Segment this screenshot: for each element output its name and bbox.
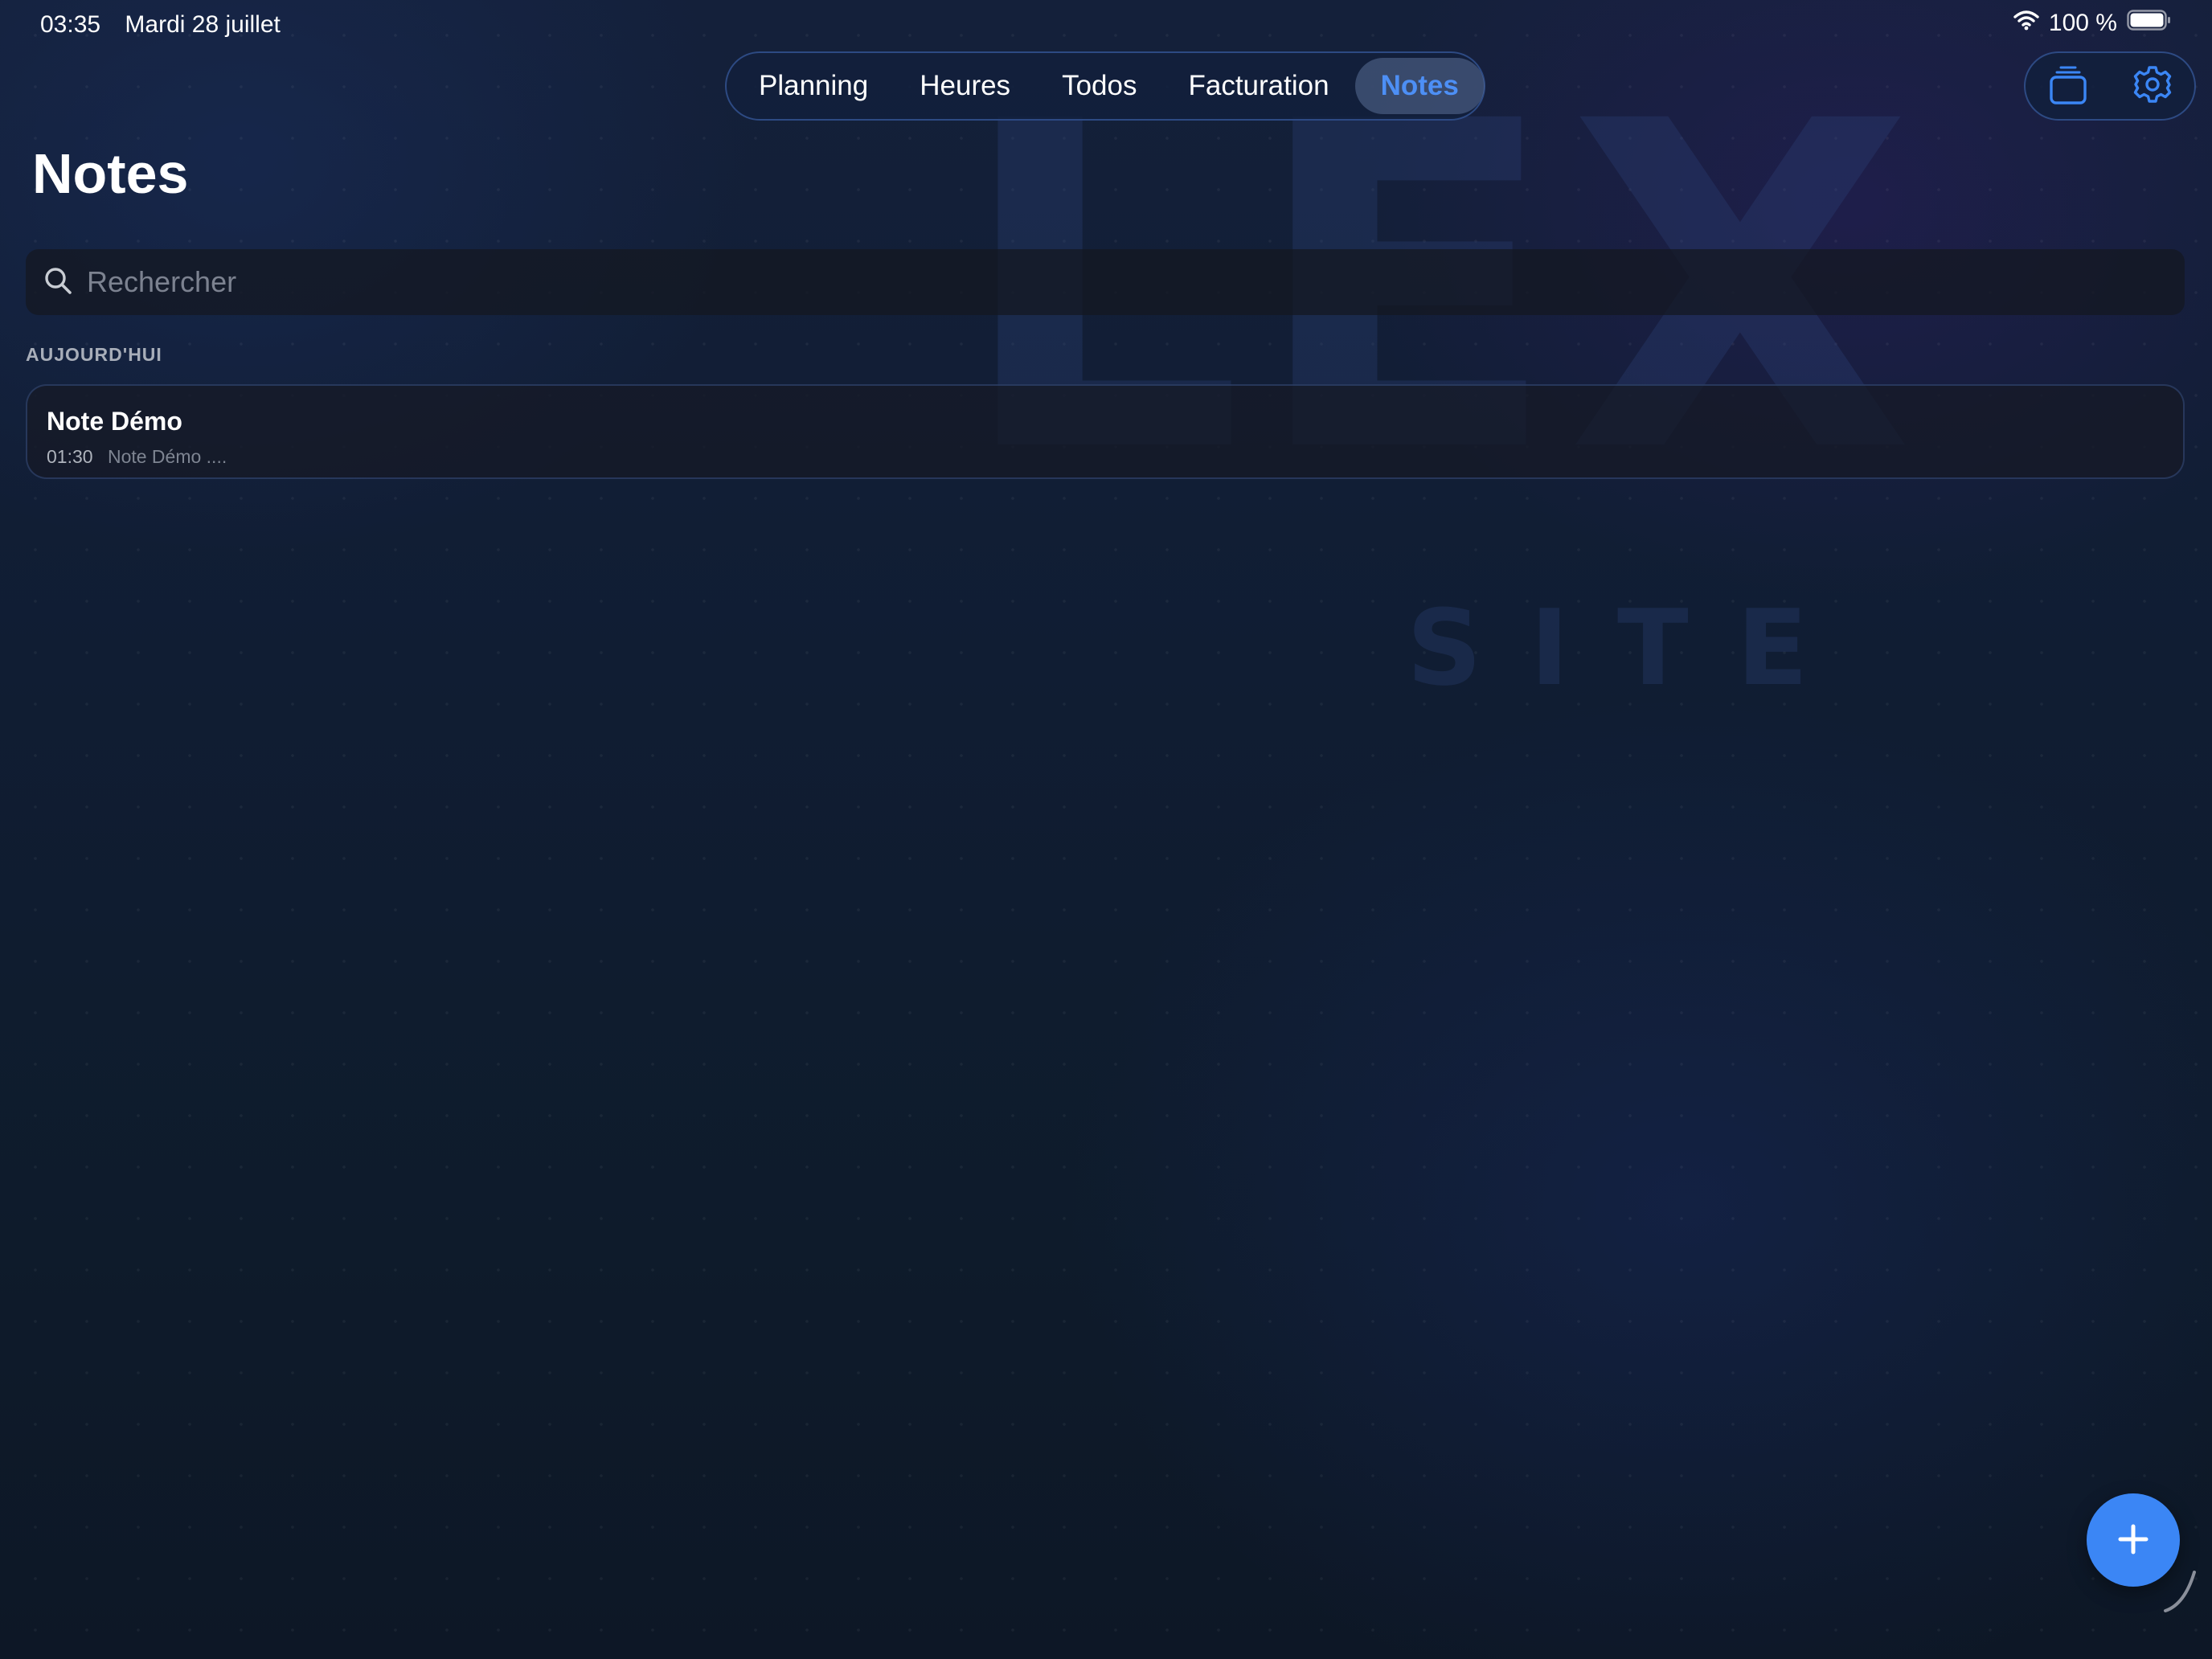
tab-planning[interactable]: Planning	[733, 58, 894, 114]
note-preview: Note Démo ....	[107, 446, 227, 467]
note-meta: 01:30 Note Démo ....	[47, 446, 2183, 468]
status-bar-left: 03:35 Mardi 28 juillet	[40, 11, 298, 39]
tab-notes[interactable]: Notes	[1354, 58, 1485, 114]
top-right-toolbar	[2024, 51, 2196, 121]
status-date: Mardi 28 juillet	[125, 11, 281, 38]
stack-icon	[2048, 64, 2088, 109]
segmented-tab-bar: Planning Heures Todos Facturation Notes	[725, 51, 1485, 121]
stack-button[interactable]	[2042, 60, 2094, 112]
tab-todos[interactable]: Todos	[1036, 58, 1162, 114]
section-header-today: AUJOURD'HUI	[26, 344, 162, 365]
search-input[interactable]	[85, 264, 2098, 300]
battery-percentage: 100 %	[2048, 10, 2117, 36]
page-title: Notes	[32, 142, 189, 205]
note-title: Note Démo	[47, 407, 182, 436]
note-time: 01:30	[47, 446, 93, 467]
battery-icon	[2127, 10, 2172, 37]
search-icon	[43, 266, 72, 299]
note-list-item[interactable]: Note Démo 01:30 Note Démo ....	[26, 384, 2185, 479]
tab-heures[interactable]: Heures	[894, 58, 1036, 114]
gear-icon	[2132, 64, 2173, 109]
status-time: 03:35	[40, 11, 101, 38]
tab-facturation[interactable]: Facturation	[1162, 58, 1354, 114]
plus-icon	[2116, 1522, 2151, 1559]
settings-button[interactable]	[2127, 60, 2178, 112]
corner-scroll-indicator	[2161, 1567, 2199, 1618]
watermark-sub-text: SITE	[1407, 587, 1857, 709]
search-bar[interactable]	[26, 249, 2185, 315]
wifi-icon	[2013, 10, 2039, 37]
status-bar-right: 100 %	[2013, 10, 2172, 37]
